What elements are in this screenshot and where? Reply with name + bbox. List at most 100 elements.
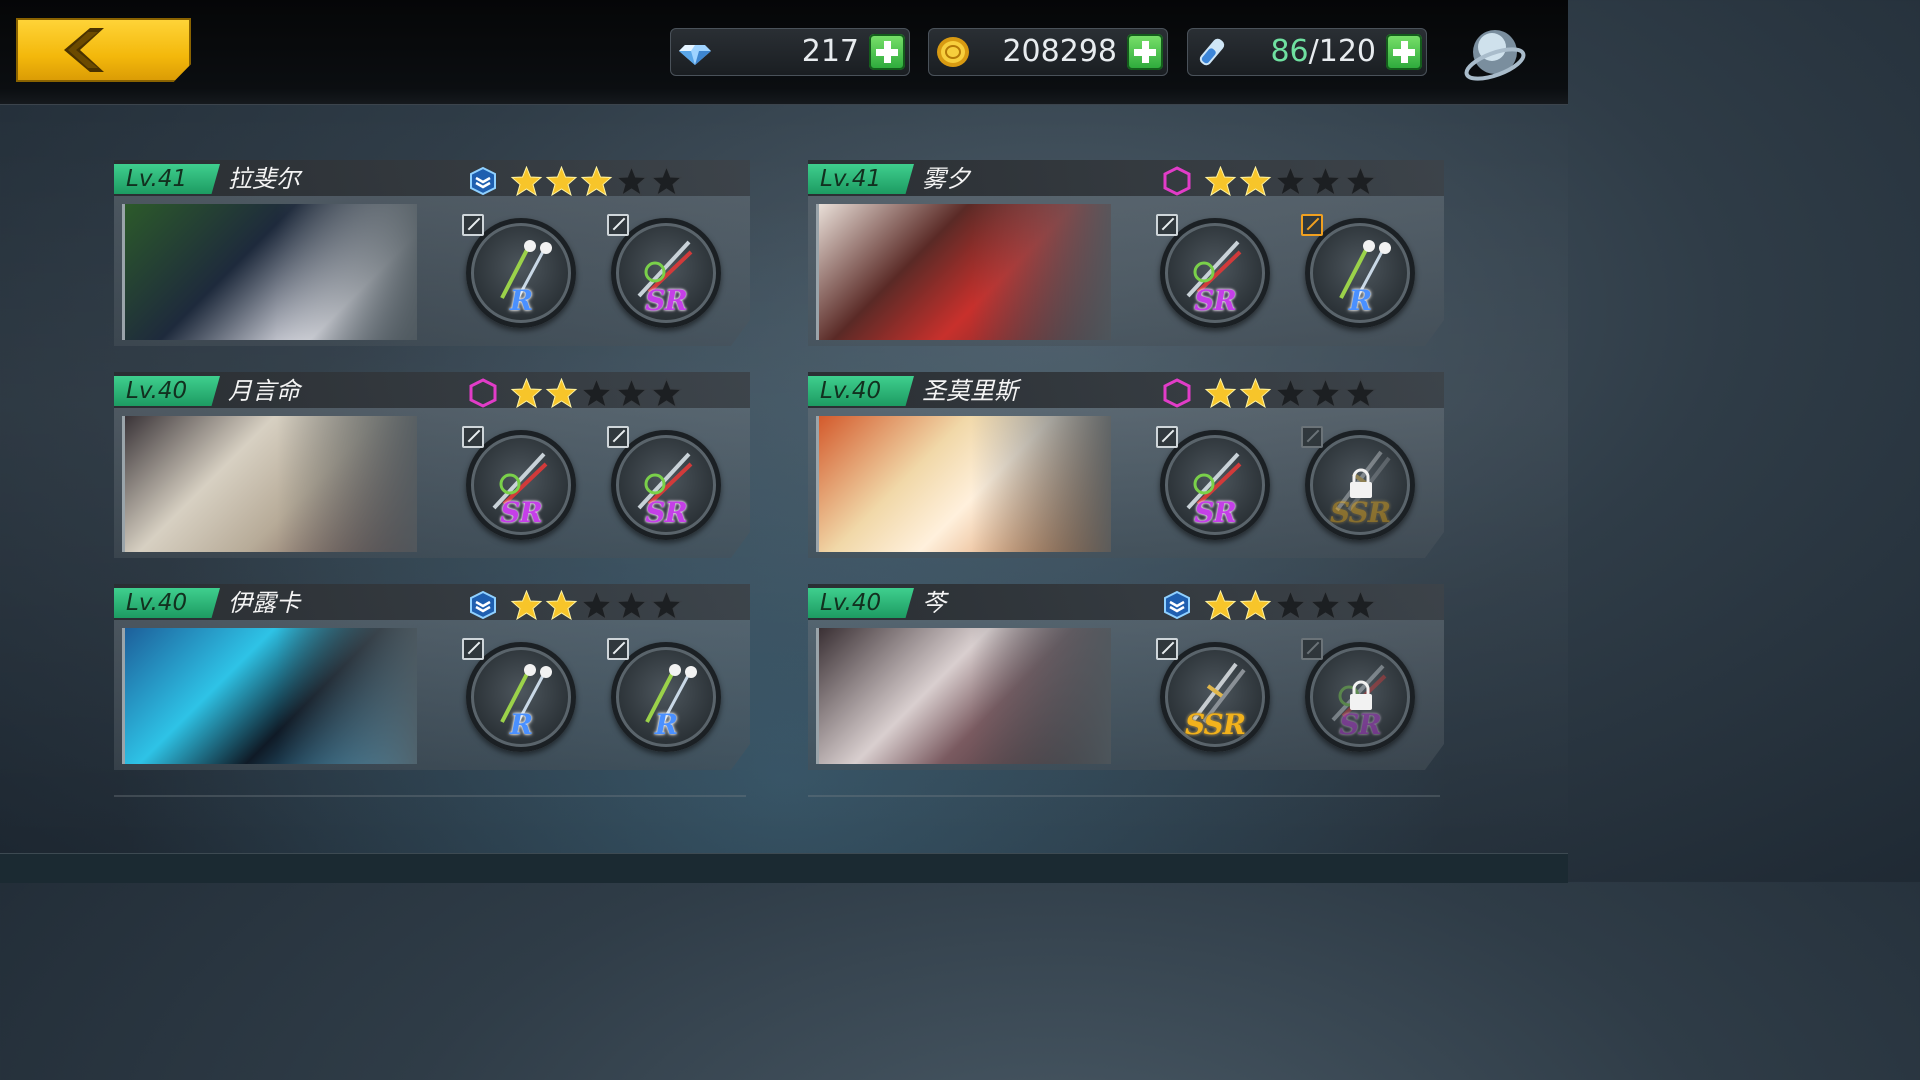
- add-diamond-button[interactable]: [869, 34, 905, 70]
- edit-icon[interactable]: [1156, 426, 1178, 448]
- weapon-slot[interactable]: R: [607, 638, 721, 752]
- weapon-rarity: R: [509, 708, 533, 741]
- stamina-vial-icon: [1199, 38, 1225, 66]
- globe-icon[interactable]: [1462, 22, 1528, 88]
- character-portrait[interactable]: [816, 416, 1111, 552]
- character-portrait[interactable]: [816, 628, 1111, 764]
- character-name: 月言命: [228, 377, 300, 405]
- level-badge: Lv.40: [808, 376, 914, 406]
- star-empty-icon: [1309, 165, 1342, 197]
- weapon-slot[interactable]: R: [462, 638, 576, 752]
- level-badge: Lv.41: [808, 164, 914, 194]
- weapon-slot[interactable]: SR: [607, 214, 721, 328]
- weapon-slot[interactable]: SR: [1301, 638, 1415, 752]
- diamond-counter: 217: [670, 28, 910, 76]
- star-empty-icon: [615, 377, 648, 409]
- diamond-value: 217: [801, 34, 859, 69]
- edit-icon[interactable]: [607, 426, 629, 448]
- weapon-rarity: SR: [500, 496, 543, 529]
- rank-chevron-icon: [468, 590, 498, 620]
- star-empty-icon: [650, 589, 683, 621]
- edit-icon[interactable]: [1301, 638, 1323, 660]
- character-card[interactable]: Lv.40 伊露卡 R R: [114, 584, 750, 770]
- star-empty-icon: [1309, 589, 1342, 621]
- weapon-slot[interactable]: SSR: [1156, 638, 1270, 752]
- rank-chevron-icon: [468, 166, 498, 196]
- weapon-rarity: SR: [645, 284, 688, 317]
- character-card[interactable]: Lv.41 拉斐尔 R SR: [114, 160, 750, 346]
- weapon-slot[interactable]: SR: [1156, 214, 1270, 328]
- add-gold-button[interactable]: [1127, 34, 1163, 70]
- character-portrait[interactable]: [122, 628, 417, 764]
- weapon-slot[interactable]: R: [462, 214, 576, 328]
- weapon-slot[interactable]: SR: [462, 426, 576, 540]
- star-filled-icon: [1204, 165, 1237, 197]
- star-filled-icon: [545, 589, 578, 621]
- weapon-rarity: R: [1348, 284, 1372, 317]
- diamond-icon: [679, 45, 711, 65]
- lock-icon: [1350, 468, 1372, 498]
- level-badge: Lv.41: [114, 164, 220, 194]
- bottom-bar: [0, 853, 1568, 883]
- weapon-rarity: SR: [1194, 496, 1237, 529]
- star-filled-icon: [1204, 377, 1237, 409]
- level-badge: Lv.40: [114, 376, 220, 406]
- star-rating: [510, 165, 685, 197]
- star-empty-icon: [615, 165, 648, 197]
- edit-icon[interactable]: [462, 214, 484, 236]
- weapon-rarity: SSR: [1184, 708, 1246, 741]
- star-filled-icon: [1239, 165, 1272, 197]
- star-empty-icon: [1344, 589, 1377, 621]
- star-filled-icon: [510, 589, 543, 621]
- gold-coin-icon: [937, 37, 969, 67]
- edit-icon[interactable]: [1301, 426, 1323, 448]
- rank-hexagon-icon: [1162, 166, 1192, 196]
- edit-icon[interactable]: [607, 214, 629, 236]
- star-rating: [1204, 589, 1379, 621]
- character-portrait[interactable]: [122, 204, 417, 340]
- edit-icon[interactable]: [607, 638, 629, 660]
- weapon-slot[interactable]: SSR: [1301, 426, 1415, 540]
- weapon-slot[interactable]: SR: [1156, 426, 1270, 540]
- character-card[interactable]: Lv.41 雾夕 SR R: [808, 160, 1444, 346]
- character-card[interactable]: Lv.40 圣莫里斯 SR SSR: [808, 372, 1444, 558]
- edit-icon[interactable]: [1156, 214, 1178, 236]
- character-name: 伊露卡: [228, 589, 300, 617]
- star-rating: [1204, 377, 1379, 409]
- star-empty-icon: [650, 165, 683, 197]
- add-stamina-button[interactable]: [1386, 34, 1422, 70]
- rank-hexagon-icon: [1162, 378, 1192, 408]
- rank-chevron-icon: [1162, 590, 1192, 620]
- star-filled-icon: [1204, 589, 1237, 621]
- weapon-slot[interactable]: SR: [607, 426, 721, 540]
- edit-icon[interactable]: [1301, 214, 1323, 236]
- divider-right: [808, 795, 1440, 797]
- character-portrait[interactable]: [122, 416, 417, 552]
- rank-hexagon-icon: [468, 378, 498, 408]
- character-name: 拉斐尔: [228, 165, 300, 193]
- back-button[interactable]: [16, 18, 191, 82]
- star-empty-icon: [580, 377, 613, 409]
- edit-icon[interactable]: [462, 638, 484, 660]
- star-rating: [1204, 165, 1379, 197]
- gold-counter: 208298: [928, 28, 1168, 76]
- character-card[interactable]: Lv.40 月言命 SR SR: [114, 372, 750, 558]
- star-filled-icon: [580, 165, 613, 197]
- star-empty-icon: [1274, 165, 1307, 197]
- divider-left: [114, 795, 746, 797]
- character-portrait[interactable]: [816, 204, 1111, 340]
- character-card[interactable]: Lv.40 芩 SSR SR: [808, 584, 1444, 770]
- weapon-rarity: SR: [1339, 708, 1382, 741]
- gold-value: 208298: [1002, 34, 1117, 69]
- weapon-rarity: R: [654, 708, 678, 741]
- weapon-slot[interactable]: R: [1301, 214, 1415, 328]
- character-name: 圣莫里斯: [922, 377, 1018, 405]
- edit-icon[interactable]: [462, 426, 484, 448]
- star-rating: [510, 589, 685, 621]
- weapon-rarity: SR: [645, 496, 688, 529]
- star-filled-icon: [510, 377, 543, 409]
- star-filled-icon: [545, 377, 578, 409]
- level-badge: Lv.40: [808, 588, 914, 618]
- star-filled-icon: [510, 165, 543, 197]
- edit-icon[interactable]: [1156, 638, 1178, 660]
